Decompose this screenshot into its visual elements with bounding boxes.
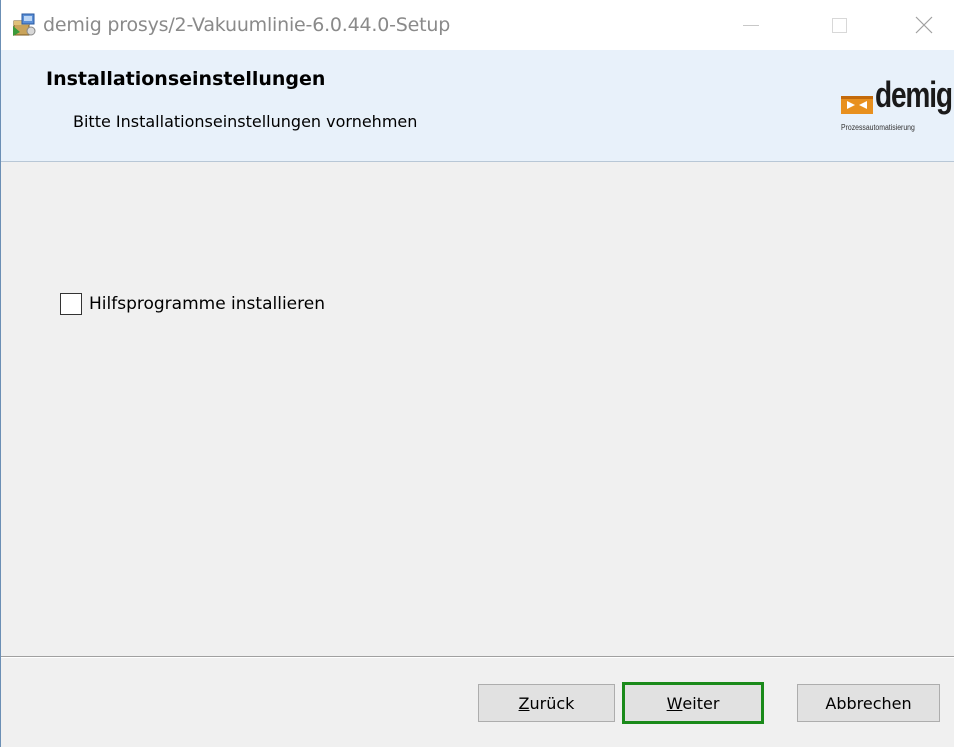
install-tools-checkbox[interactable] <box>60 293 82 315</box>
installer-package-icon <box>13 13 36 36</box>
back-button[interactable]: Zurück <box>478 684 615 722</box>
minimize-icon <box>743 24 759 26</box>
close-icon <box>915 16 933 34</box>
cancel-label: Abbrechen <box>825 693 912 713</box>
header-banner: Installationseinstellungen Bitte Install… <box>1 50 954 162</box>
back-mnemonic: Z <box>518 693 530 713</box>
logo-wordmark: demig <box>875 74 953 115</box>
back-label: urück <box>529 693 575 713</box>
page-title: Installationseinstellungen <box>46 68 326 90</box>
maximize-icon <box>831 17 847 33</box>
settings-panel: Hilfsprogramme installieren <box>1 162 954 656</box>
demig-logo-mark-icon <box>841 96 873 114</box>
cancel-button[interactable]: Abbrechen <box>797 684 940 722</box>
next-label: eiter <box>682 693 720 713</box>
page-subtitle: Bitte Installationseinstellungen vornehm… <box>73 112 418 131</box>
maximize-button[interactable] <box>811 0 867 50</box>
title-bar[interactable]: demig prosys/2-Vakuumlinie-6.0.44.0-Setu… <box>1 0 954 50</box>
next-mnemonic: W <box>666 693 683 713</box>
install-tools-option[interactable]: Hilfsprogramme installieren <box>60 293 325 315</box>
footer-divider-highlight <box>1 657 954 658</box>
minimize-button[interactable] <box>723 0 779 50</box>
install-tools-label: Hilfsprogramme installieren <box>89 294 325 314</box>
window-title: demig prosys/2-Vakuumlinie-6.0.44.0-Setu… <box>43 14 451 36</box>
demig-logo: demig Prozessautomatisierung <box>839 74 953 138</box>
close-button[interactable] <box>896 0 952 50</box>
logo-tagline: Prozessautomatisierung <box>841 123 915 132</box>
next-button[interactable]: Weiter <box>622 682 764 724</box>
setup-window: demig prosys/2-Vakuumlinie-6.0.44.0-Setu… <box>0 0 954 747</box>
